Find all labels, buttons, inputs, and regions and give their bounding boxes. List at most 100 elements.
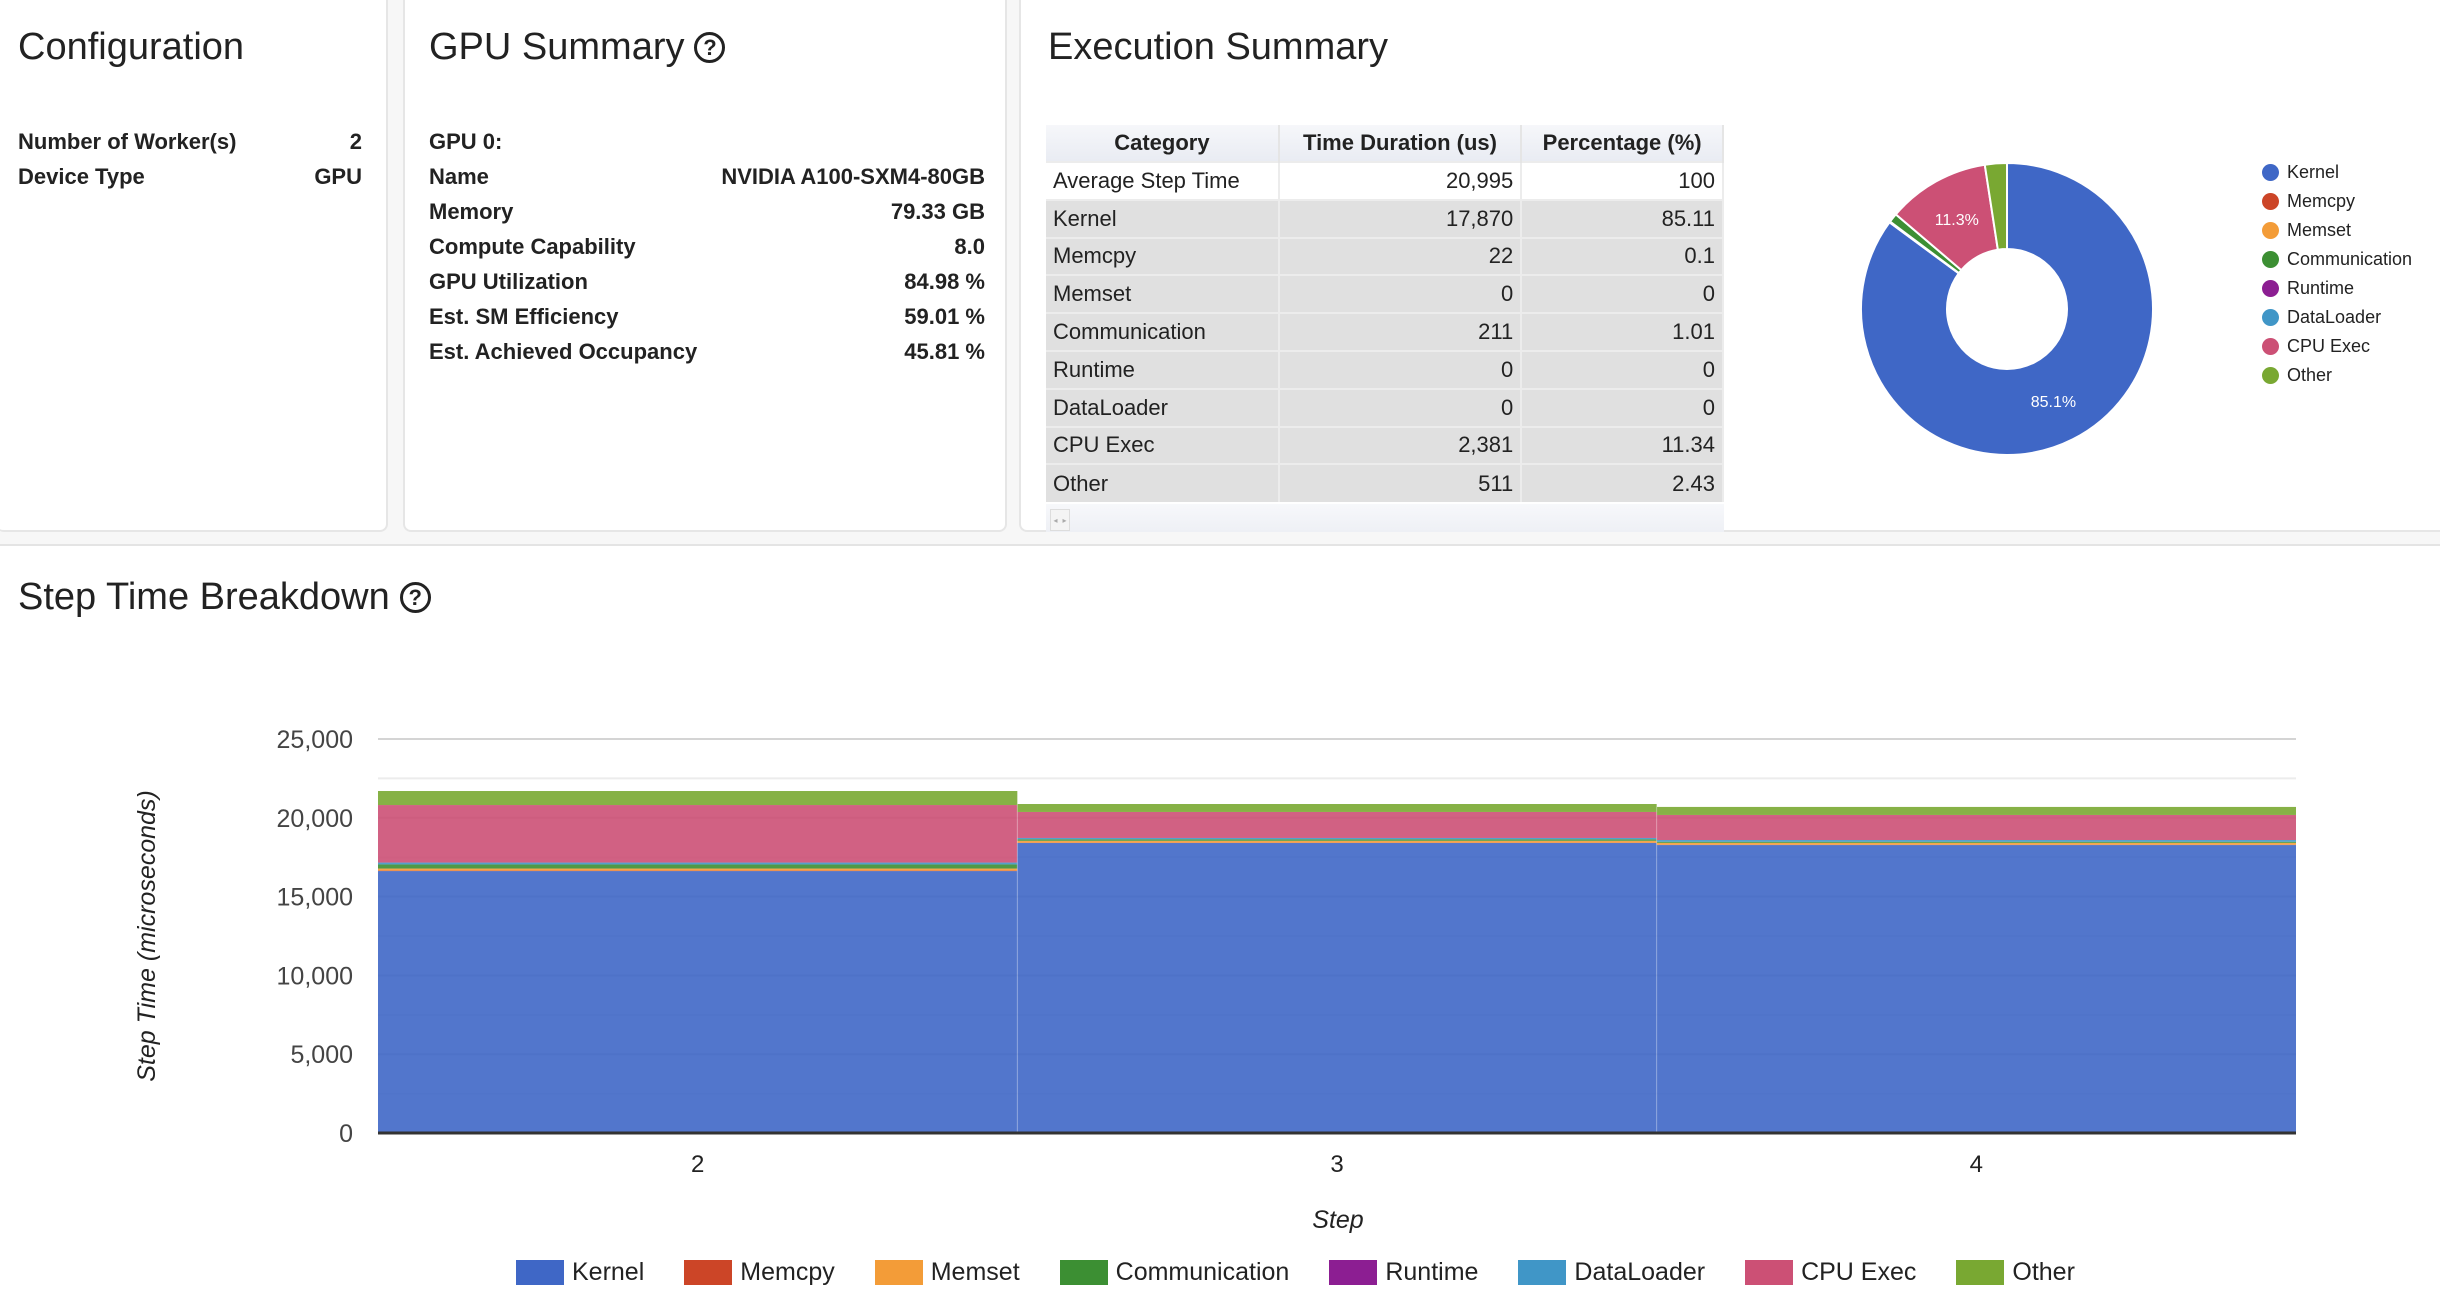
table-row[interactable]: Other 511 2.43 [1046,463,1724,503]
cell-category: Communication [1046,312,1280,351]
cell-category: Kernel [1046,198,1280,238]
legend-dot-icon [2262,193,2279,210]
table-horizontal-scrollbar[interactable]: ◂ ▸ [1046,504,1724,532]
table-row[interactable]: DataLoader 0 0 [1046,387,1724,427]
cell-duration: 0 [1278,387,1523,427]
cell-duration: 22 [1278,236,1523,276]
gpu-label: Memory [429,199,514,224]
pie-legend-item-cpu-exec[interactable]: CPU Exec [2262,332,2412,361]
pie-legend-item-memcpy[interactable]: Memcpy [2262,187,2412,216]
gpu-row-est-achieved-occupancy: Est. Achieved Occupancy 45.81 % [429,334,985,369]
area-segment-dataloader-step-3[interactable] [1017,837,1657,840]
y-tick-label: 25,000 [277,726,353,754]
legend-label: Kernel [572,1258,645,1286]
pie-legend-item-memset[interactable]: Memset [2262,216,2412,245]
pie-legend-item-other[interactable]: Other [2262,361,2412,390]
gpu-row-compute-capability: Compute Capability 8.0 [429,229,985,264]
pie-slice-label: 11.3% [1935,212,1979,229]
table-row[interactable]: Average Step Time 20,995 100 [1046,161,1724,200]
column-header-category[interactable]: Category [1046,125,1280,162]
pie-legend-item-dataloader[interactable]: DataLoader [2262,303,2412,332]
cell-percentage: 0 [1521,274,1724,314]
cell-category: Runtime [1046,349,1280,389]
step-legend-item-communication[interactable]: Communication [1059,1258,1289,1287]
legend-swatch-icon [684,1260,733,1285]
table-row[interactable]: Communication 211 1.01 [1046,312,1724,351]
area-segment-other-step-3[interactable] [1017,804,1657,812]
area-segment-kernel-step-2[interactable] [378,871,1018,1133]
table-row[interactable]: CPU Exec 2,381 11.34 [1046,425,1724,465]
cell-percentage: 85.11 [1521,198,1724,238]
area-segment-memset-step-2[interactable] [378,868,1018,871]
cell-percentage: 2.43 [1521,463,1724,503]
legend-label: CPU Exec [2287,336,2371,356]
pie-legend-item-kernel[interactable]: Kernel [2262,158,2412,187]
area-segment-dataloader-step-2[interactable] [378,862,1018,865]
legend-label: Communication [2287,249,2413,269]
area-segment-cpu-exec-step-2[interactable] [378,805,1018,863]
config-value: 2 [349,129,362,154]
step-legend-item-cpu-exec[interactable]: CPU Exec [1745,1258,1916,1287]
scroll-right-icon[interactable]: ▸ [1062,516,1066,525]
help-circle-icon[interactable]: ? [399,582,431,613]
legend-swatch-icon [1956,1260,2005,1285]
pie-legend-item-communication[interactable]: Communication [2262,245,2412,274]
step-legend-item-runtime[interactable]: Runtime [1329,1258,1478,1287]
legend-swatch-icon [874,1260,923,1285]
legend-label: Kernel [2287,162,2340,182]
column-header-percentage[interactable]: Percentage (%) [1521,125,1724,162]
area-segment-communication-step-3[interactable] [1017,839,1657,841]
area-segment-communication-step-4[interactable] [1656,841,2296,843]
gpu-value: 84.98 % [904,269,985,294]
area-segment-other-step-4[interactable] [1656,806,2296,815]
legend-label: Memcpy [740,1258,835,1286]
step-legend-item-dataloader[interactable]: DataLoader [1518,1258,1705,1287]
step-legend-item-kernel[interactable]: Kernel [516,1258,644,1287]
step-time-chart: 2 3 4 0 5,000 10,000 15,000 20,000 25,000 Step Ti… [133,726,2296,1234]
area-segment-memset-step-4[interactable] [1656,842,2296,845]
legend-label: DataLoader [1574,1258,1706,1286]
cell-category: Memcpy [1046,236,1280,276]
scroll-buttons[interactable]: ◂ ▸ [1050,509,1070,531]
column-header-time-duration[interactable]: Time Duration (us) [1278,125,1523,162]
cell-percentage: 100 [1521,161,1724,200]
table-row[interactable]: Memset 0 0 [1046,274,1724,314]
configuration-panel: Configuration Number of Worker(s) 2 Devi… [0,0,388,532]
cell-category: Other [1046,463,1280,503]
area-segment-dataloader-step-4[interactable] [1656,840,2296,842]
legend-label: DataLoader [2287,307,2382,327]
step-legend-item-memcpy[interactable]: Memcpy [684,1258,835,1287]
pie-legend-item-runtime[interactable]: Runtime [2262,274,2412,303]
gpu-value: 45.81 % [904,339,985,364]
area-segment-kernel-step-4[interactable] [1656,845,2296,1133]
gpu-heading: GPU 0: [429,124,985,159]
gpu-row-name: Name NVIDIA A100-SXM4-80GB [429,159,985,194]
table-row[interactable]: Kernel 17,870 85.11 [1046,198,1724,238]
legend-dot-icon [2262,367,2279,384]
area-segment-memset-step-3[interactable] [1017,840,1657,843]
pie-slice-label: 85.1% [2031,394,2076,411]
area-segment-cpu-exec-step-4[interactable] [1656,814,2296,841]
step-legend-item-other[interactable]: Other [1956,1258,2075,1287]
area-segment-cpu-exec-step-3[interactable] [1017,811,1657,838]
step-chart-legend: Kernel Memcpy Memset Communication Runtime Da… [516,1258,2115,1287]
area-segment-other-step-2[interactable] [378,791,1018,806]
legend-label: CPU Exec [1801,1258,1917,1286]
gpu-summary-title-text: GPU Summary [429,26,685,68]
area-segment-communication-step-2[interactable] [378,864,1018,869]
table-row[interactable]: Memcpy 22 0.1 [1046,236,1724,276]
legend-label: Memset [930,1258,1020,1286]
step-legend-item-memset[interactable]: Memset [874,1258,1020,1287]
area-segment-kernel-step-3[interactable] [1017,843,1657,1133]
cell-duration: 17,870 [1278,198,1523,238]
gpu-heading-label: GPU 0: [429,129,503,154]
gpu-label: Compute Capability [429,234,636,259]
help-circle-icon[interactable]: ? [694,32,726,63]
gpu-label: GPU Utilization [429,269,588,294]
table-row[interactable]: Runtime 0 0 [1046,349,1724,389]
scroll-left-icon[interactable]: ◂ [1053,516,1057,525]
pie-legend: Kernel Memcpy Memset Communication Runtime Da… [2262,158,2412,390]
config-value: GPU [314,164,362,189]
cell-percentage: 0 [1521,349,1724,389]
x-axis-title: Step [1312,1206,1364,1234]
